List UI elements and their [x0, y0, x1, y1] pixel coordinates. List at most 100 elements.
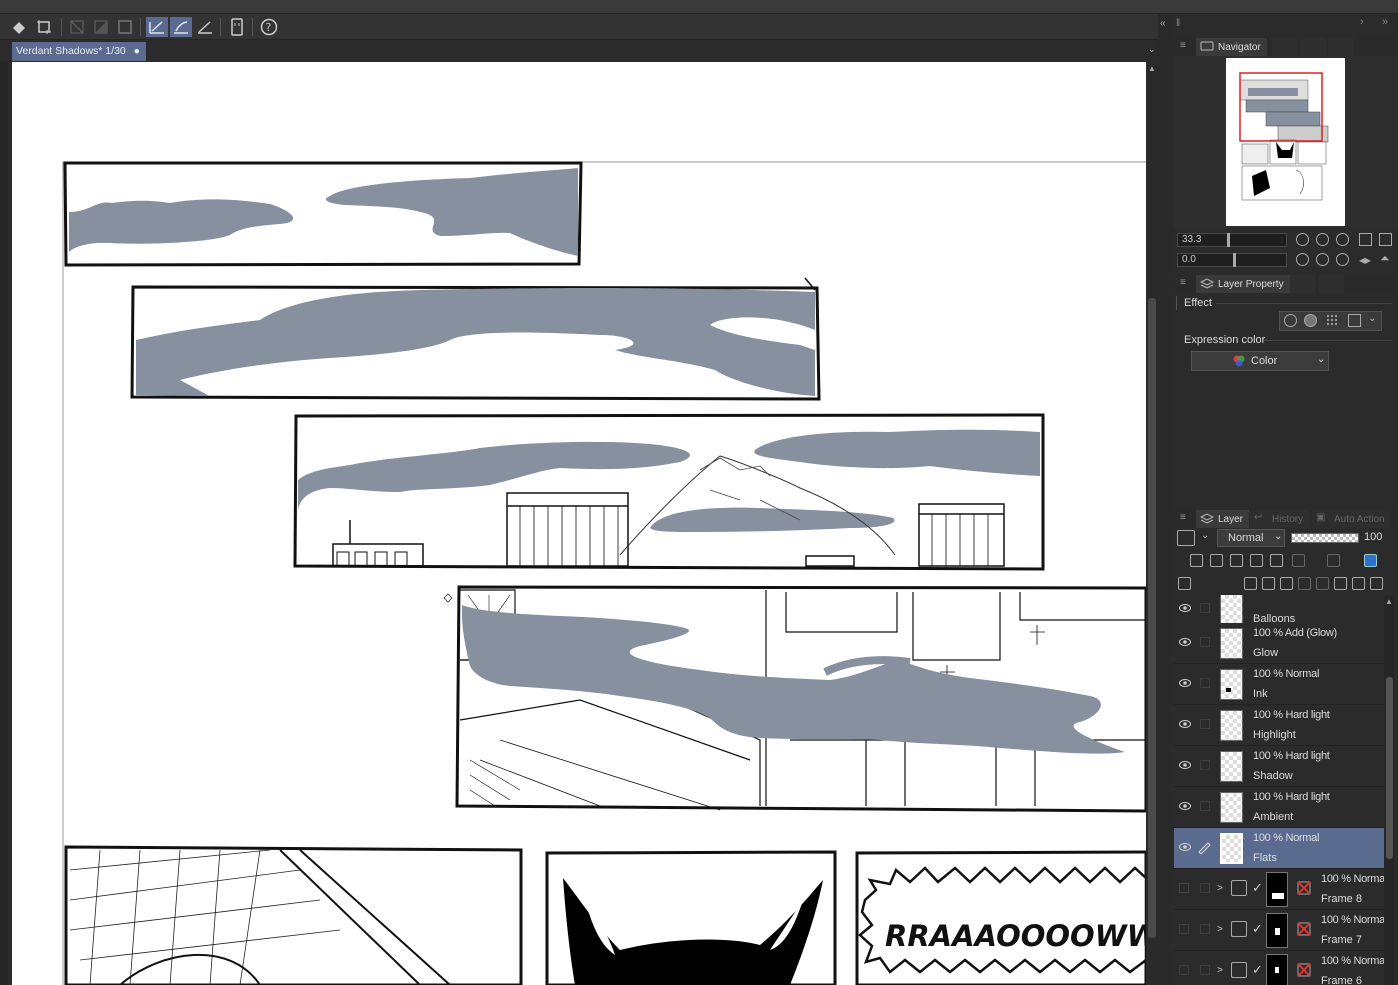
flip-horizontal-icon[interactable]: ◂▸: [1359, 253, 1371, 267]
layer-color-swatch[interactable]: [1177, 530, 1195, 546]
new-raster-layer-icon[interactable]: [1244, 577, 1257, 590]
extract-line-icon[interactable]: [1304, 314, 1317, 327]
zoom-slider[interactable]: 33.3: [1177, 233, 1287, 247]
panel-menu-icon[interactable]: ≡: [1180, 277, 1186, 288]
transform-icon[interactable]: [33, 17, 55, 37]
chevron-right-icon[interactable]: ›: [1360, 16, 1364, 28]
layer-scroll-up-icon[interactable]: ▲: [1385, 597, 1393, 606]
rotate-right-icon[interactable]: [1316, 253, 1329, 266]
layer-color-icon[interactable]: [1348, 314, 1361, 327]
layer-row-ambient[interactable]: 100 % Hard light Ambient: [1174, 787, 1384, 828]
tab-auto-action[interactable]: ▣ Auto Action: [1312, 510, 1391, 528]
combine-down-icon[interactable]: [1316, 577, 1329, 590]
tab-tool-property[interactable]: [1290, 275, 1316, 293]
canvas-vertical-scrollbar[interactable]: ▲: [1146, 62, 1158, 985]
expand-chevron-icon[interactable]: >: [1217, 924, 1223, 935]
reset-rotation-icon[interactable]: [1336, 253, 1349, 266]
layer-row-shadow[interactable]: 100 % Hard light Shadow: [1174, 746, 1384, 787]
border-icon[interactable]: [114, 17, 136, 37]
collapse-panel-icon[interactable]: «: [1160, 18, 1166, 29]
visibility-eye-icon[interactable]: [1179, 719, 1191, 729]
layer-lock-toggle[interactable]: [1200, 801, 1210, 811]
layer-row-flats[interactable]: 100 % Normal Flats: [1174, 828, 1384, 869]
document-tab[interactable]: Verdant Shadows* 1/30 ●: [12, 42, 147, 61]
transfer-down-icon[interactable]: [1298, 577, 1311, 590]
visibility-toggle[interactable]: [1179, 965, 1189, 975]
mask-enable-icon[interactable]: [1292, 554, 1305, 567]
manga-preview-icon[interactable]: [226, 17, 248, 37]
apply-mask-icon[interactable]: [1352, 577, 1365, 590]
layer-lock-toggle[interactable]: [1200, 637, 1210, 647]
visibility-eye-icon[interactable]: [1179, 760, 1191, 770]
tab-list-chevron-down-icon[interactable]: ⌄: [1148, 44, 1156, 55]
close-tab-icon[interactable]: ●: [134, 45, 140, 57]
fill-icon[interactable]: [8, 17, 30, 37]
comic-page[interactable]: RRAAAOOOOWWWW: [12, 62, 1146, 985]
tab-layer-property[interactable]: Layer Property: [1196, 275, 1290, 293]
scroll-up-icon[interactable]: ▲: [1148, 64, 1156, 73]
mask-disabled-icon[interactable]: [1296, 962, 1312, 978]
tab-info[interactable]: [1328, 38, 1354, 56]
panel-splitter[interactable]: «: [1158, 14, 1172, 985]
tone-icon[interactable]: [1326, 314, 1339, 327]
tab-subview[interactable]: [1272, 38, 1298, 56]
delete-layer-icon[interactable]: [1370, 577, 1383, 590]
zoom-slider-handle[interactable]: [1227, 233, 1230, 247]
layer-row-frame-7[interactable]: > ✓ 100 % Normal Frame 7: [1174, 910, 1387, 951]
canvas-scroll-thumb[interactable]: [1148, 298, 1156, 938]
rotate-left-icon[interactable]: [1296, 253, 1309, 266]
visibility-toggle[interactable]: [1179, 883, 1189, 893]
reference-layer-icon[interactable]: [1210, 554, 1223, 567]
expression-color-select[interactable]: Color ⌄: [1191, 351, 1329, 371]
layer-row-frame-8[interactable]: > ✓ 100 % Normal Frame 8: [1174, 869, 1387, 910]
new-vector-layer-icon[interactable]: [1262, 577, 1275, 590]
tab-navigator[interactable]: Navigator: [1196, 38, 1267, 56]
swatch-chevron-down-icon[interactable]: ⌄: [1201, 530, 1209, 541]
layer-lock-toggle[interactable]: [1200, 719, 1210, 729]
blend-mode-select[interactable]: Normal ⌄: [1217, 529, 1285, 547]
layer-lock-toggle[interactable]: [1200, 603, 1210, 613]
mask-disabled-icon[interactable]: [1296, 880, 1312, 896]
lock-icon[interactable]: [1250, 554, 1263, 567]
tab-history[interactable]: ↩ History: [1250, 510, 1310, 528]
layer-lock-toggle[interactable]: [1200, 678, 1210, 688]
border-effect-icon[interactable]: [1284, 314, 1297, 327]
visibility-toggle[interactable]: [1179, 924, 1189, 934]
ruler-snap-icon[interactable]: [146, 17, 168, 37]
expand-panel-icon[interactable]: »: [1382, 16, 1388, 28]
expand-chevron-icon[interactable]: >: [1217, 883, 1223, 894]
layer-row-highlight[interactable]: 100 % Hard light Highlight: [1174, 705, 1384, 746]
rotation-slider-handle[interactable]: [1233, 253, 1236, 267]
layer-lock-toggle[interactable]: [1200, 924, 1210, 934]
navigator-thumbnail[interactable]: [1226, 58, 1345, 226]
lock-transparency-icon[interactable]: [1270, 554, 1283, 567]
draft-layer-icon[interactable]: [1230, 554, 1243, 567]
expand-chevron-icon[interactable]: >: [1217, 965, 1223, 976]
flip-vertical-icon[interactable]: ⏶: [1380, 251, 1390, 266]
mask-icon[interactable]: [90, 17, 112, 37]
new-folder-icon[interactable]: [1280, 577, 1293, 590]
layer-color-mode-icon[interactable]: [1364, 554, 1377, 567]
visibility-eye-icon[interactable]: [1179, 678, 1191, 688]
layer-lock-toggle[interactable]: [1200, 965, 1210, 975]
hide-outside-icon[interactable]: [66, 17, 88, 37]
tab-layer[interactable]: Layer: [1196, 510, 1250, 528]
visibility-eye-icon[interactable]: [1179, 603, 1191, 613]
mask-disabled-icon[interactable]: [1296, 921, 1312, 937]
help-icon[interactable]: ?: [258, 17, 280, 37]
zoom-out-icon[interactable]: [1296, 233, 1309, 246]
actual-size-icon[interactable]: [1379, 233, 1392, 246]
tab-search-layer[interactable]: [1318, 275, 1344, 293]
ruler-show-icon[interactable]: [1327, 554, 1340, 567]
fit-navigator-icon[interactable]: [1359, 233, 1372, 246]
panel-menu-icon[interactable]: ≡: [1180, 512, 1186, 523]
clip-layer-icon[interactable]: [1190, 554, 1203, 567]
layer-list-toggle-icon[interactable]: [1178, 577, 1191, 590]
fit-window-icon[interactable]: [1336, 233, 1349, 246]
rotation-slider[interactable]: 0.0: [1177, 253, 1287, 267]
dock-grip-icon[interactable]: ‖: [1176, 18, 1180, 29]
opacity-slider[interactable]: [1291, 533, 1359, 543]
layer-row-ink[interactable]: 100 % Normal Ink: [1174, 664, 1384, 705]
visibility-eye-icon[interactable]: [1179, 637, 1191, 647]
layer-row-frame-6[interactable]: > ✓ 100 % Normal Frame 6: [1174, 951, 1387, 985]
